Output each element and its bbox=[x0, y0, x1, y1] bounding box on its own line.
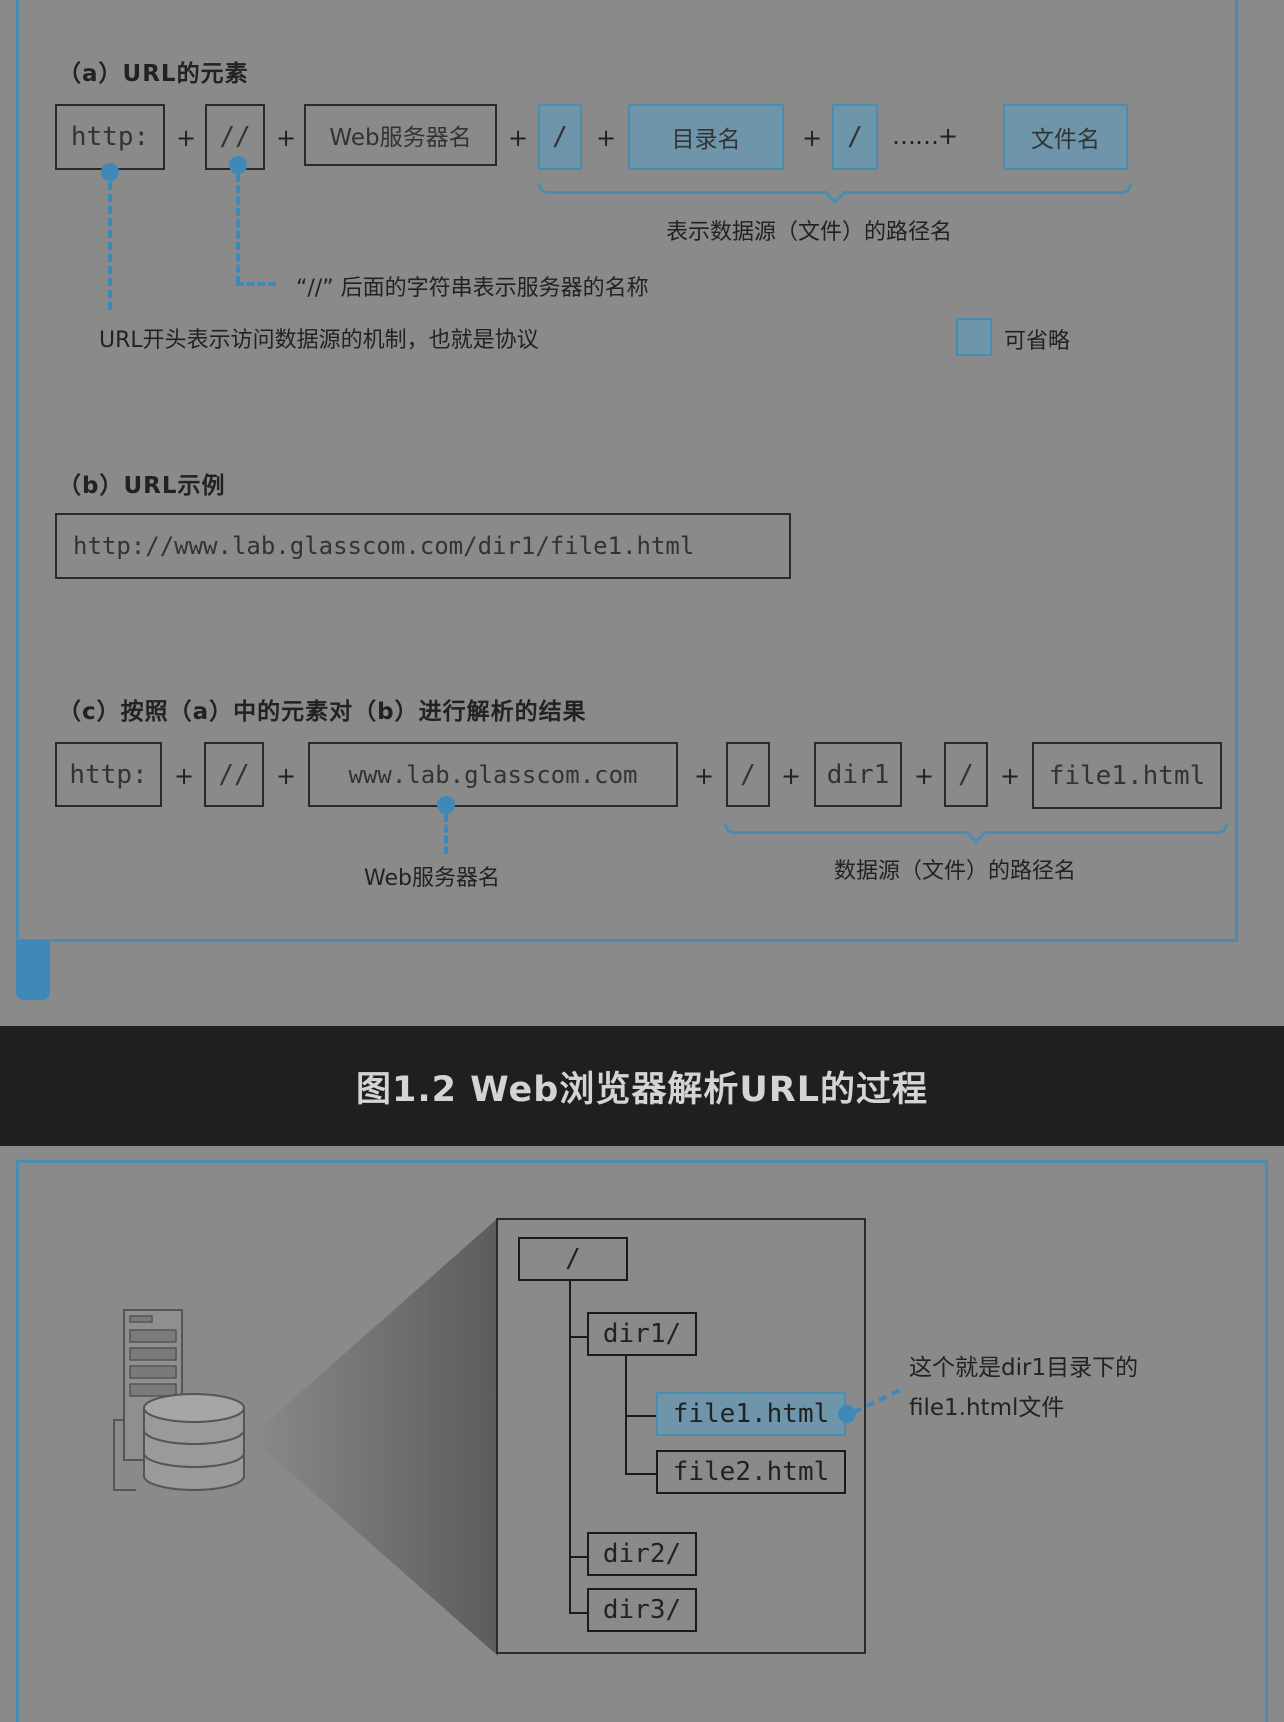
a-slash-dot bbox=[229, 156, 247, 174]
a-plus-3: + bbox=[508, 124, 529, 152]
c-dir1-box: dir1 bbox=[814, 742, 902, 807]
a-protocol-dot bbox=[101, 163, 119, 181]
figure-caption: 图1.2 Web浏览器解析URL的过程 bbox=[355, 1069, 928, 1110]
c-path-label: 数据源（文件）的路径名 bbox=[834, 859, 1077, 884]
part-c-title: （c）按照（a）中的元素对（b）进行解析的结果 bbox=[58, 699, 587, 725]
tree-file2-node: file2.html bbox=[656, 1450, 846, 1494]
a-plus-5: + bbox=[802, 124, 823, 152]
c-http-box: http: bbox=[55, 742, 162, 807]
c-server-connector bbox=[444, 814, 448, 854]
a-slash-connector-horizontal bbox=[236, 282, 276, 286]
a-filename-box: 文件名 bbox=[1003, 104, 1128, 170]
b-url-box: http://www.lab.glasscom.com/dir1/file1.h… bbox=[55, 513, 791, 579]
c-server-box: www.lab.glasscom.com bbox=[308, 742, 678, 807]
a-directory-box: 目录名 bbox=[628, 104, 784, 170]
file1-callout-line bbox=[854, 1388, 901, 1414]
a-protocol-note: URL开头表示访问数据源的机制，也就是协议 bbox=[99, 328, 539, 353]
server-illustration bbox=[113, 1309, 245, 1491]
a-plus-2: + bbox=[276, 124, 297, 152]
a-slash-note: “//” 后面的字符串表示服务器的名称 bbox=[296, 276, 649, 301]
tree-dir3-node: dir3/ bbox=[587, 1588, 697, 1632]
a-plus-4: + bbox=[596, 124, 617, 152]
legend-swatch bbox=[956, 318, 992, 356]
c-plus-6: + bbox=[1000, 762, 1021, 790]
a-plus-1: + bbox=[176, 124, 197, 152]
file1-note-line2: file1.html文件 bbox=[909, 1395, 1065, 1421]
c-filename-box: file1.html bbox=[1032, 742, 1222, 809]
c-slash-box-1: / bbox=[726, 742, 770, 807]
c-plus-2: + bbox=[276, 762, 297, 790]
c-server-dot bbox=[437, 796, 455, 814]
legend-label: 可省略 bbox=[1004, 329, 1071, 354]
a-protocol-connector bbox=[108, 182, 112, 310]
a-ellipsis-plus: ……+ bbox=[892, 122, 958, 150]
c-plus-3: + bbox=[694, 762, 715, 790]
c-slash-box-2: / bbox=[944, 742, 988, 807]
c-plus-4: + bbox=[781, 762, 802, 790]
tree-root-node: / bbox=[518, 1237, 628, 1281]
c-path-brace bbox=[724, 824, 1228, 844]
c-server-label: Web服务器名 bbox=[364, 866, 500, 891]
part-b-title: （b）URL示例 bbox=[58, 473, 226, 499]
tree-file1-node: file1.html bbox=[656, 1392, 846, 1436]
c-plus-5: + bbox=[914, 762, 935, 790]
c-plus-1: + bbox=[174, 762, 195, 790]
zoom-projection bbox=[250, 1218, 498, 1656]
a-slash-connector-vertical bbox=[236, 174, 240, 284]
panel-tab bbox=[16, 940, 50, 1000]
a-server-box: Web服务器名 bbox=[304, 104, 497, 166]
tree-dir2-node: dir2/ bbox=[587, 1532, 697, 1576]
database-icon bbox=[143, 1393, 245, 1491]
a-http-box: http: bbox=[55, 104, 165, 170]
part-a-title: （a）URL的元素 bbox=[58, 61, 249, 87]
a-path-brace bbox=[538, 184, 1132, 204]
a-path-label: 表示数据源（文件）的路径名 bbox=[666, 220, 953, 245]
c-slash-slash-box: // bbox=[204, 742, 264, 807]
caption-band: 图1.2 Web浏览器解析URL的过程 bbox=[0, 1026, 1284, 1146]
file1-note-line1: 这个就是dir1目录下的 bbox=[909, 1355, 1139, 1381]
tree-dir1-node: dir1/ bbox=[587, 1312, 697, 1356]
a-slash-box-1: / bbox=[538, 104, 582, 170]
a-slash-box-2: / bbox=[832, 104, 878, 170]
